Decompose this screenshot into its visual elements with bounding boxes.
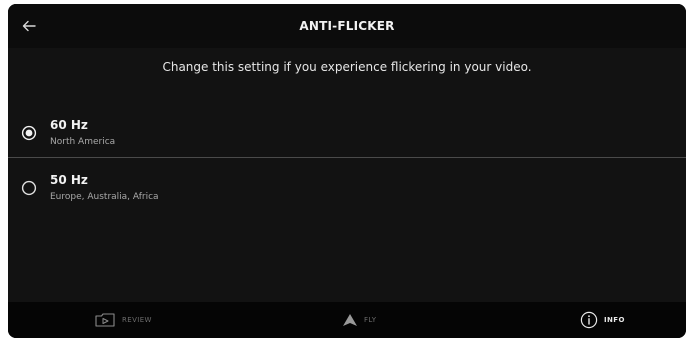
option-region: Europe, Australia, Africa (50, 192, 159, 202)
app-screen: ANTI-FLICKER Change this setting if you … (8, 4, 686, 338)
setting-description: Change this setting if you experience fl… (162, 60, 532, 74)
option-60hz[interactable]: 60 Hz North America (8, 108, 686, 158)
option-label: 60 Hz (50, 118, 88, 132)
header-bar: ANTI-FLICKER (8, 4, 686, 48)
divider (8, 157, 686, 158)
radio-unselected-icon[interactable] (21, 180, 37, 196)
nav-info-label: INFO (604, 316, 625, 324)
option-label: 50 Hz (50, 173, 88, 187)
page-title: ANTI-FLICKER (299, 19, 395, 33)
nav-fly-label: FLY (364, 316, 377, 324)
fly-arrow-icon (343, 314, 357, 326)
radio-selected-icon[interactable] (21, 125, 37, 141)
info-icon (580, 311, 598, 329)
review-play-icon (95, 313, 115, 327)
option-region: North America (50, 137, 116, 147)
nav-info-button[interactable]: INFO (580, 302, 625, 338)
nav-fly-button[interactable]: FLY (342, 302, 376, 338)
nav-review-button[interactable]: REVIEW (94, 302, 152, 338)
option-50hz[interactable]: 50 Hz Europe, Australia, Africa (8, 163, 686, 213)
bottom-nav-bar: REVIEW FLY INFO (8, 302, 686, 338)
nav-review-label: REVIEW (122, 316, 152, 324)
